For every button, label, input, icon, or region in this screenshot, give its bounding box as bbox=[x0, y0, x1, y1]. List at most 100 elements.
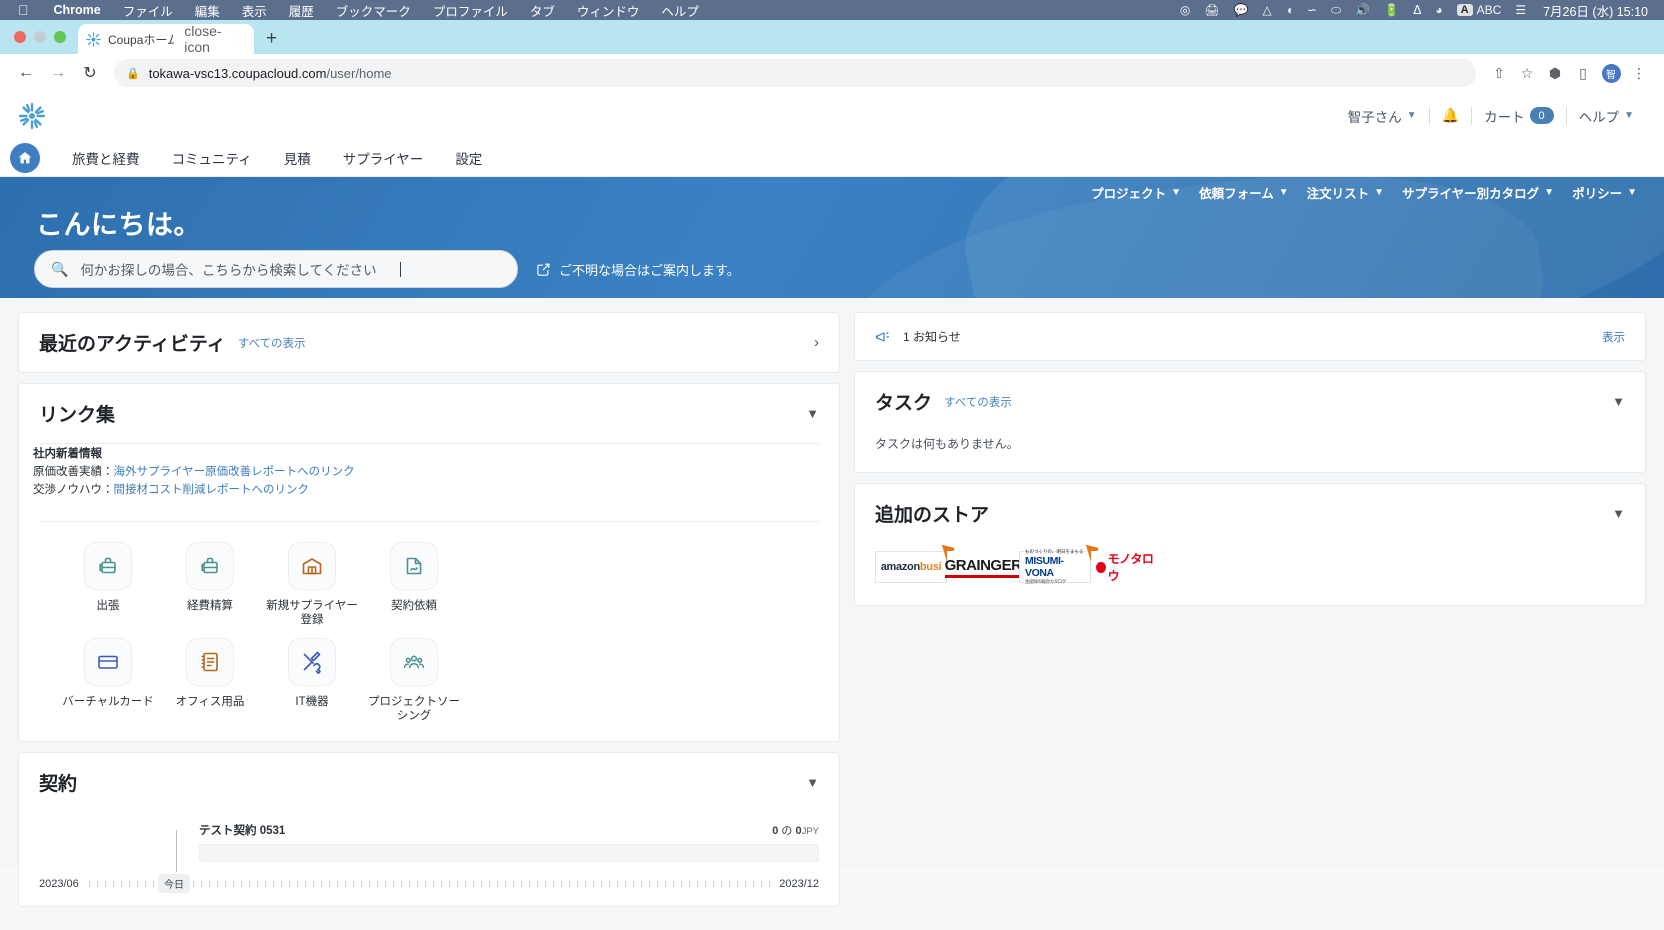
user-menu[interactable]: 智子さん ▼ bbox=[1336, 106, 1429, 126]
chevron-down-icon[interactable]: ▼ bbox=[1612, 506, 1625, 521]
chevron-right-icon[interactable]: › bbox=[814, 334, 819, 351]
share-icon[interactable]: ⇧ bbox=[1486, 60, 1512, 86]
store-amazon-business[interactable]: amazonbusi bbox=[875, 544, 955, 583]
menu-bar-clock[interactable]: 7月26日 (水) 15:10 bbox=[1533, 1, 1654, 20]
shortcut-project-sourcing[interactable]: プロジェクトソーシング bbox=[363, 637, 465, 724]
nav-item-travel-expense[interactable]: 旅費と経費 bbox=[56, 148, 156, 168]
task-view-all[interactable]: すべての表示 bbox=[944, 394, 1012, 410]
shortcut-it-equipment[interactable]: IT機器 bbox=[261, 637, 363, 724]
browser-tab[interactable]: Coupaホーム close-icon bbox=[78, 23, 254, 55]
menu-item-tab[interactable]: タブ bbox=[519, 1, 566, 20]
store-card-header: 追加のストア ▼ bbox=[855, 484, 1645, 543]
store-misumi-vona[interactable]: ものづくりの、明日をまもる MISUMI-VONA 生産財の総合カタログ bbox=[1019, 544, 1099, 584]
store-monotaro[interactable]: モノタロウ bbox=[1091, 551, 1163, 583]
hero-nav-label: 注文リスト bbox=[1306, 187, 1370, 201]
menu-item-bookmarks[interactable]: ブックマーク bbox=[325, 1, 422, 20]
apple-icon[interactable]:  bbox=[18, 3, 29, 17]
recent-activity-header[interactable]: 最近のアクティビティ すべての表示 › bbox=[19, 313, 839, 372]
coupa-logo[interactable] bbox=[18, 102, 46, 130]
kebab-menu-icon[interactable]: ⋮ bbox=[1626, 60, 1652, 86]
link-cost-improvement-report[interactable]: 海外サプライヤー原価改善レポートへのリンク bbox=[114, 466, 355, 478]
wifi-icon[interactable]: ◕ bbox=[1428, 3, 1449, 17]
control-center-icon[interactable]: ☰ bbox=[1508, 3, 1533, 17]
volume-icon[interactable]: 🔊 bbox=[1348, 3, 1377, 17]
shortcut-virtual-card[interactable]: バーチャルカード bbox=[57, 637, 159, 724]
side-panel-icon[interactable]: ▯ bbox=[1570, 60, 1596, 86]
coupa-favicon bbox=[86, 31, 101, 47]
star-icon[interactable]: ☆ bbox=[1514, 60, 1540, 86]
chevron-down-icon[interactable]: ▼ bbox=[806, 775, 819, 790]
search-icon: 🔍 bbox=[51, 260, 69, 277]
contract-timeline: 2023/06 2023/12 bbox=[39, 878, 819, 890]
shortcut-travel[interactable]: 出張 bbox=[57, 541, 159, 628]
contract-amount: 0 の 0JPY bbox=[772, 822, 819, 838]
notifications-button[interactable]: 🔔 bbox=[1430, 107, 1471, 124]
bluetooth-icon[interactable]: ᐃ bbox=[1406, 3, 1428, 17]
nav-item-settings[interactable]: 設定 bbox=[439, 148, 498, 168]
menu-item-history[interactable]: 履歴 bbox=[278, 1, 325, 20]
chevron-down-icon[interactable]: ▼ bbox=[1612, 394, 1625, 409]
puzzle-icon[interactable]: ⬢ bbox=[1542, 60, 1568, 86]
recent-activity-view-all[interactable]: すべての表示 bbox=[238, 335, 306, 351]
shortcut-label: IT機器 bbox=[295, 695, 329, 708]
nav-item-quote[interactable]: 見積 bbox=[268, 148, 327, 168]
store-grainger[interactable]: GRAINGER bbox=[944, 551, 1022, 583]
battery-charging-icon[interactable]: 🔋 bbox=[1377, 3, 1406, 17]
hero-nav-order-lists[interactable]: 注文リスト ▼ bbox=[1298, 183, 1393, 202]
chevron-down-icon[interactable]: ▼ bbox=[806, 406, 819, 421]
menu-item-help[interactable]: ヘルプ bbox=[650, 1, 710, 20]
contrast-icon[interactable]: ◖ bbox=[1279, 3, 1300, 17]
menu-item-profile[interactable]: プロファイル bbox=[422, 1, 519, 20]
menu-item-chrome[interactable]: Chrome bbox=[43, 3, 112, 17]
hero-nav-projects[interactable]: プロジェクト ▼ bbox=[1082, 183, 1190, 202]
shortcut-new-supplier[interactable]: 新規サプライヤー登録 bbox=[261, 541, 363, 628]
new-tab-button[interactable]: + bbox=[254, 24, 289, 54]
address-bar[interactable]: 🔒 tokawa-vsc13.coupacloud.com/user/home bbox=[114, 59, 1476, 87]
store-card-title: 追加のストア bbox=[875, 505, 990, 526]
cart-button[interactable]: カート 0 bbox=[1472, 106, 1566, 126]
hero-nav-policy[interactable]: ポリシー ▼ bbox=[1563, 183, 1646, 202]
messenger-icon[interactable]: 💬 bbox=[1227, 3, 1256, 17]
wave-icon[interactable]: ∽ bbox=[1300, 3, 1324, 17]
close-icon[interactable]: close-icon bbox=[181, 23, 246, 55]
links-section-label: 社内新着情報 bbox=[33, 448, 102, 460]
hero-nav-request-forms[interactable]: 依頼フォーム ▼ bbox=[1190, 183, 1298, 202]
drive-icon[interactable]: △ bbox=[1256, 3, 1279, 17]
contract-item-row: テスト契約 0531 0 の 0JPY bbox=[199, 822, 819, 838]
maximize-window-button[interactable] bbox=[54, 31, 66, 43]
menu-item-window[interactable]: ウィンドウ bbox=[566, 1, 651, 20]
shortcut-expense[interactable]: 経費精算 bbox=[159, 541, 261, 628]
megaphone-icon bbox=[876, 331, 889, 342]
nav-item-supplier[interactable]: サプライヤー bbox=[327, 148, 440, 168]
back-button[interactable]: ← bbox=[12, 59, 40, 87]
chevron-down-icon: ▼ bbox=[1627, 187, 1637, 198]
nav-home-button[interactable] bbox=[10, 142, 40, 173]
shortcut-office-supplies[interactable]: オフィス用品 bbox=[159, 637, 261, 724]
announcement-show-button[interactable]: 表示 bbox=[1602, 329, 1625, 345]
crosshair-icon[interactable]: ◎ bbox=[1173, 3, 1197, 17]
link-indirect-cost-report[interactable]: 間接材コスト削減レポートへのリンク bbox=[114, 484, 310, 496]
forward-button[interactable]: → bbox=[44, 59, 72, 87]
store-card: 追加のストア ▼ amazonbusi GRAINGER ものづくりの、明日をま… bbox=[854, 483, 1646, 606]
menu-item-edit[interactable]: 編集 bbox=[184, 1, 231, 20]
close-window-button[interactable] bbox=[14, 31, 26, 43]
reload-button[interactable]: ↻ bbox=[76, 59, 104, 87]
avatar[interactable]: 智 bbox=[1598, 60, 1624, 86]
contract-item[interactable]: テスト契約 0531 0 の 0JPY bbox=[199, 822, 819, 863]
menu-item-file[interactable]: ファイル bbox=[112, 1, 184, 20]
printer-icon[interactable]: 🖨 bbox=[1197, 3, 1226, 17]
help-guide-link[interactable]: ご不明な場合はご案内します。 bbox=[536, 260, 740, 279]
contract-currency: JPY bbox=[801, 826, 819, 838]
menu-item-view[interactable]: 表示 bbox=[231, 1, 278, 20]
nav-item-community[interactable]: コミュニティ bbox=[156, 148, 268, 168]
help-menu[interactable]: ヘルプ ▼ bbox=[1567, 106, 1646, 126]
shortcut-contract-request[interactable]: 契約依頼 bbox=[363, 541, 465, 628]
ellipse-icon[interactable]: ⬭ bbox=[1324, 3, 1348, 18]
hero-nav-supplier-catalog[interactable]: サプライヤー別カタログ ▼ bbox=[1393, 183, 1563, 202]
chevron-down-icon: ▼ bbox=[1278, 187, 1289, 198]
search-input[interactable]: 🔍 何かお探しの場合、こちらから検索してください bbox=[34, 250, 518, 288]
minimize-window-button[interactable] bbox=[34, 31, 46, 43]
shortcut-label: バーチャルカード bbox=[62, 695, 154, 708]
links-card: リンク集 ▼ 社内新着情報 原価改善実績：海外サプライヤー原価改善レポートへのリ… bbox=[18, 383, 840, 743]
input-source-indicator[interactable]: A ABC bbox=[1450, 3, 1509, 17]
